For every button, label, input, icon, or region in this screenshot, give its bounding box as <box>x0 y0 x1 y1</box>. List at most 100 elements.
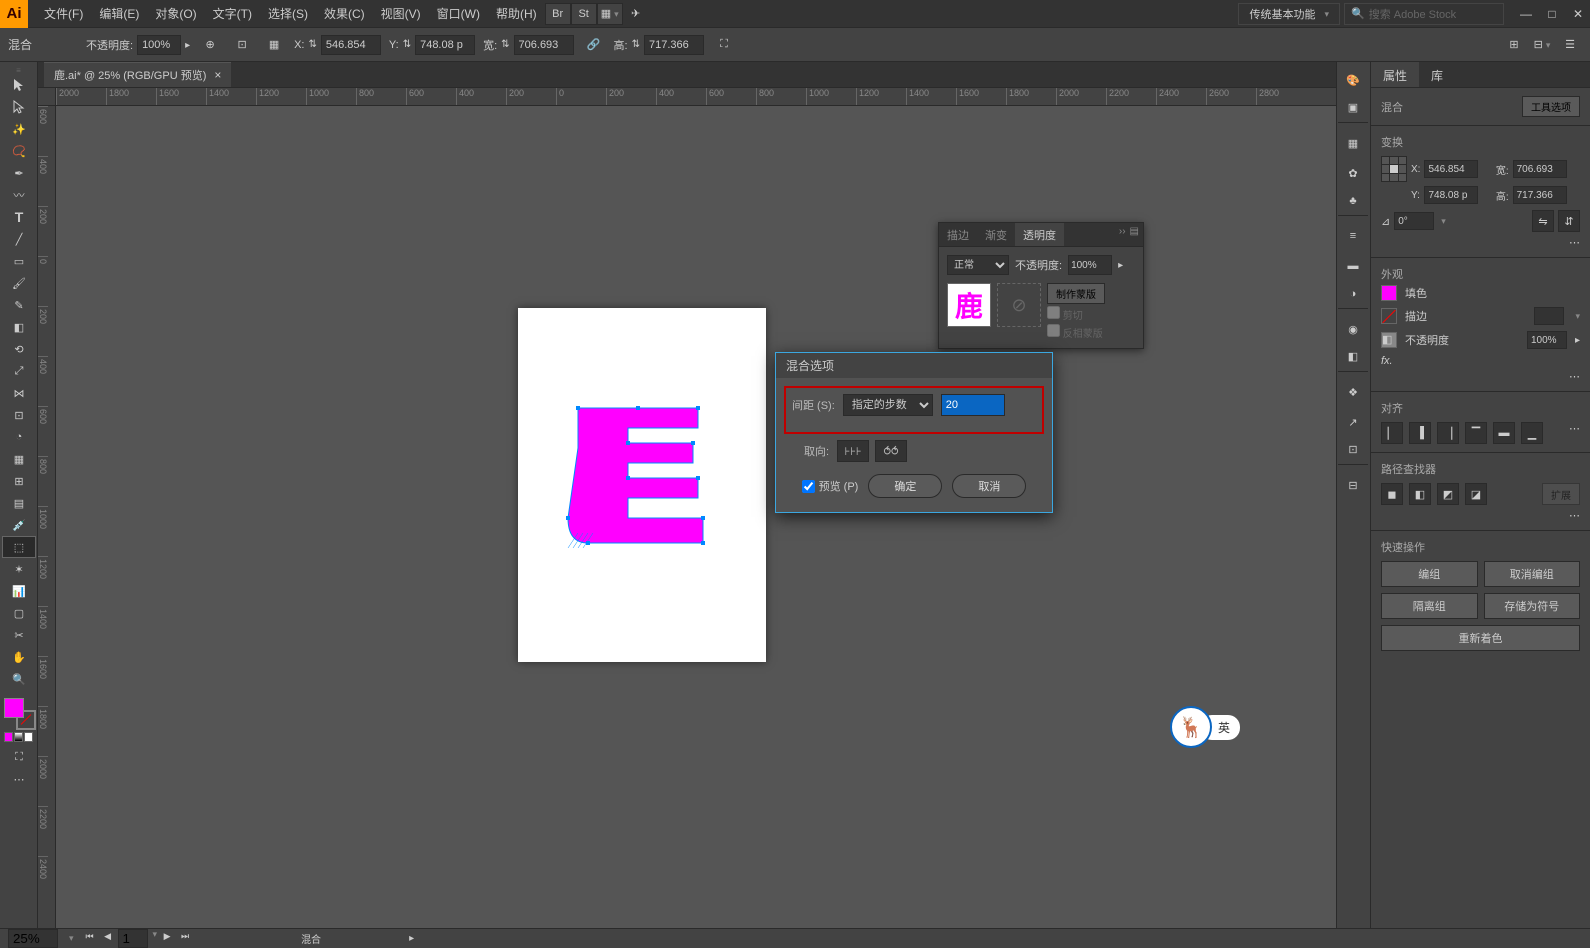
prev-artboard-button[interactable]: ◀ <box>100 929 116 943</box>
fx-label[interactable]: fx. <box>1381 355 1393 367</box>
menu-help[interactable]: 帮助(H) <box>488 5 545 22</box>
make-mask-button[interactable]: 制作蒙版 <box>1047 283 1105 304</box>
prop-h-input[interactable] <box>1513 186 1567 204</box>
tab-stroke[interactable]: 描边 <box>939 223 977 246</box>
w-input[interactable] <box>514 35 574 55</box>
shape-mode-icon[interactable]: ⊟ <box>1530 33 1554 57</box>
align-left-button[interactable]: ▏ <box>1381 422 1403 444</box>
ruler-vertical[interactable]: 6004002000200400600800100012001400160018… <box>38 106 56 928</box>
slice-tool[interactable]: ✂ <box>2 624 36 646</box>
ok-button[interactable]: 确定 <box>868 474 942 498</box>
tp-thumbnail[interactable]: 鹿 <box>947 283 991 327</box>
clover-icon[interactable]: ♣ <box>1338 190 1368 216</box>
tp-opacity-input[interactable] <box>1068 255 1112 275</box>
transform-panel-icon[interactable]: ⊡ <box>230 33 254 57</box>
tab-transparency[interactable]: 透明度 <box>1015 223 1064 246</box>
eyedropper-tool[interactable]: 💉 <box>2 514 36 536</box>
rectangle-tool[interactable]: ▭ <box>2 250 36 272</box>
stroke-weight-dropdown[interactable] <box>1572 310 1580 322</box>
transparency-panel-icon[interactable]: ◑ <box>1338 283 1368 309</box>
magic-wand-tool[interactable]: ✨ <box>2 118 36 140</box>
pf-unite-button[interactable]: ◼ <box>1381 483 1403 505</box>
spacing-mode-select[interactable]: 指定的步数 <box>843 394 933 416</box>
rotate-input[interactable] <box>1394 212 1434 230</box>
ruler-corner[interactable] <box>38 88 56 106</box>
panel-collapse-icon[interactable]: ›› <box>1119 226 1126 243</box>
stroke-weight-input[interactable] <box>1534 307 1564 325</box>
cancel-button[interactable]: 取消 <box>952 474 1026 498</box>
color-panel-icon[interactable]: 🎨 <box>1338 67 1368 93</box>
prop-opacity-expand[interactable] <box>1575 334 1580 346</box>
align-top-button[interactable]: ▔ <box>1465 422 1487 444</box>
blend-mode-select[interactable]: 正常 <box>947 255 1009 275</box>
isolate-button[interactable]: 隔离组 <box>1381 593 1478 619</box>
selection-tool[interactable] <box>2 74 36 96</box>
opacity-expand[interactable] <box>185 39 190 51</box>
fill-swatch-prop[interactable] <box>1381 285 1397 301</box>
stroke-swatch-prop[interactable] <box>1381 308 1397 324</box>
prop-opacity-input[interactable] <box>1527 331 1567 349</box>
menu-effect[interactable]: 效果(C) <box>316 5 373 22</box>
graphic-styles-panel-icon[interactable]: ◧ <box>1338 346 1368 372</box>
flip-h-button[interactable]: ⇋ <box>1532 210 1554 232</box>
window-maximize[interactable]: □ <box>1540 4 1564 24</box>
window-close[interactable]: ✕ <box>1566 4 1590 24</box>
y-input[interactable] <box>415 35 475 55</box>
extra-panel-icon[interactable]: ⊟ <box>1338 472 1368 498</box>
panel-menu-icon[interactable]: ▤ <box>1130 226 1139 243</box>
first-artboard-button[interactable]: ⏮ <box>82 929 98 943</box>
align-hcenter-button[interactable]: ▐ <box>1409 422 1431 444</box>
color-mode-gradient[interactable] <box>14 732 23 742</box>
perspective-tool[interactable]: ▦ <box>2 448 36 470</box>
symbols-panel-icon[interactable]: ✿ <box>1338 160 1368 186</box>
h-input[interactable] <box>644 35 704 55</box>
appearance-more-icon[interactable]: ⋯ <box>1569 371 1580 383</box>
artboard-dropdown[interactable] <box>150 929 158 948</box>
symbol-sprayer-tool[interactable]: ✶ <box>2 558 36 580</box>
list-icon[interactable]: ☰ <box>1558 33 1582 57</box>
scale-tool[interactable]: ⤢ <box>2 360 36 382</box>
color-mode-solid[interactable] <box>4 732 13 742</box>
screen-mode-tool[interactable]: ⛶ <box>2 746 36 768</box>
menu-select[interactable]: 选择(S) <box>260 5 316 22</box>
status-info-arrow[interactable] <box>409 933 414 944</box>
zoom-input[interactable] <box>8 929 58 948</box>
brushes-panel-icon[interactable]: ▦ <box>1338 130 1368 156</box>
last-artboard-button[interactable]: ⏭ <box>177 929 193 943</box>
fill-swatch[interactable] <box>4 698 24 718</box>
bridge-button[interactable]: Br <box>545 3 571 25</box>
window-minimize[interactable]: — <box>1514 4 1538 24</box>
orient-path-button[interactable]: ⥀⥀ <box>875 440 907 462</box>
fill-stroke-swatch[interactable] <box>4 698 36 730</box>
zoom-tool[interactable]: 🔍 <box>2 668 36 690</box>
recolor-icon[interactable]: ⊕ <box>198 33 222 57</box>
line-tool[interactable]: ╱ <box>2 228 36 250</box>
pf-exclude-button[interactable]: ◪ <box>1465 483 1487 505</box>
tool-options-button[interactable]: 工具选项 <box>1522 96 1580 117</box>
scale-strokes-icon[interactable]: ⛶ <box>712 33 736 57</box>
align-vcenter-button[interactable]: ▬ <box>1493 422 1515 444</box>
ruler-horizontal[interactable]: 2000180016001400120010008006004002000200… <box>56 88 1336 106</box>
zoom-dropdown[interactable] <box>66 933 74 944</box>
x-input[interactable] <box>321 35 381 55</box>
shape-builder-tool[interactable]: ◔ <box>2 426 36 448</box>
eraser-tool[interactable]: ◧ <box>2 316 36 338</box>
align-right-button[interactable]: ▕ <box>1437 422 1459 444</box>
gradient-tool[interactable]: ▤ <box>2 492 36 514</box>
save-symbol-button[interactable]: 存储为符号 <box>1484 593 1581 619</box>
recolor-button[interactable]: 重新着色 <box>1381 625 1580 651</box>
pathfinder-more-icon[interactable]: ⋯ <box>1569 510 1580 522</box>
canvas[interactable]: 2000180016001400120010008006004002000200… <box>38 88 1336 928</box>
workspace-switcher[interactable]: 传统基本功能 <box>1238 3 1340 25</box>
tab-properties[interactable]: 属性 <box>1371 62 1419 87</box>
lasso-tool[interactable]: 📿 <box>2 140 36 162</box>
link-wh-icon[interactable]: 🔗 <box>582 33 606 57</box>
stock-button[interactable]: St <box>571 3 597 25</box>
opacity-input[interactable] <box>137 35 181 55</box>
mesh-tool[interactable]: ⊞ <box>2 470 36 492</box>
next-artboard-button[interactable]: ▶ <box>159 929 175 943</box>
ime-badge[interactable]: 🦌 英 <box>1170 706 1240 748</box>
curvature-tool[interactable]: 〰 <box>2 184 36 206</box>
asset-export-panel-icon[interactable]: ↗ <box>1338 409 1368 435</box>
color-mode-none[interactable] <box>24 732 33 742</box>
